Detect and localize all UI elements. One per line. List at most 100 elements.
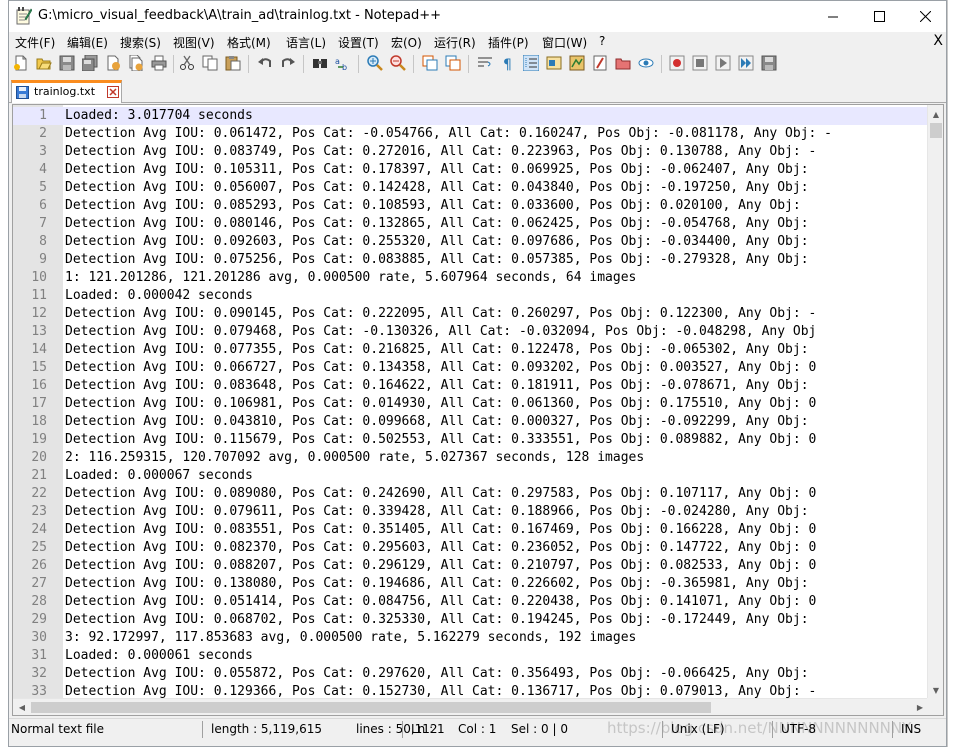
editor-line[interactable]: 13 Detection Avg IOU: 0.079468, Pos Cat: … [13, 323, 930, 341]
udl-dialog-icon[interactable] [546, 55, 562, 71]
status-eol[interactable]: Unix (LF) [671, 722, 725, 736]
editor-line[interactable]: 7 Detection Avg IOU: 0.080146, Pos Cat: 0… [13, 215, 930, 233]
menu-settings[interactable]: 设置(T) [338, 34, 379, 51]
text-editor[interactable]: 1 Loaded: 3.017704 seconds 2 Detection Avg … [12, 104, 944, 716]
editor-line[interactable]: 9 Detection Avg IOU: 0.075256, Pos Cat: 0… [13, 251, 930, 269]
editor-line[interactable]: 31 Loaded: 0.000061 seconds [13, 647, 930, 665]
editor-line[interactable]: 18 Detection Avg IOU: 0.043810, Pos Cat: … [13, 413, 930, 431]
status-insert-mode[interactable]: INS [901, 722, 921, 736]
replace-icon[interactable]: ab [335, 55, 351, 71]
editor-line[interactable]: 28 Detection Avg IOU: 0.051414, Pos Cat: … [13, 593, 930, 611]
editor-line[interactable]: 11 Loaded: 0.000042 seconds [13, 287, 930, 305]
redo-icon[interactable] [280, 55, 296, 71]
status-separator [662, 721, 663, 738]
sync-vertical-scroll-icon[interactable] [422, 55, 438, 71]
title-bar[interactable]: G:\micro_visual_feedback\A\train_ad\trai… [9, 1, 946, 32]
copy-icon[interactable] [202, 55, 218, 71]
scroll-right-arrow-icon[interactable]: ▶ [912, 699, 928, 715]
menu-window[interactable]: 窗口(W) [542, 34, 587, 51]
editor-line[interactable]: 14 Detection Avg IOU: 0.077355, Pos Cat: … [13, 341, 930, 359]
status-sel[interactable]: Sel : 0 | 0 [511, 722, 568, 736]
maximize-button[interactable] [856, 1, 902, 32]
menu-help[interactable]: ? [599, 34, 605, 48]
status-col[interactable]: Col : 1 [458, 722, 496, 736]
editor-line[interactable]: 12 Detection Avg IOU: 0.090145, Pos Cat: … [13, 305, 930, 323]
new-file-icon[interactable] [13, 55, 29, 71]
editor-line[interactable]: 8 Detection Avg IOU: 0.092603, Pos Cat: 0… [13, 233, 930, 251]
horizontal-scroll-thumb[interactable] [31, 702, 711, 713]
editor-line[interactable]: 4 Detection Avg IOU: 0.105311, Pos Cat: 0… [13, 161, 930, 179]
zoom-out-icon[interactable] [390, 55, 406, 71]
status-ln[interactable]: Ln : 1 [411, 722, 445, 736]
scroll-left-arrow-icon[interactable]: ◀ [14, 699, 30, 715]
line-text: Detection Avg IOU: 0.085293, Pos Cat: 0.… [65, 198, 801, 213]
function-list-icon[interactable] [592, 55, 608, 71]
vertical-scrollbar[interactable]: ▲ ▼ [927, 105, 943, 699]
save-all-icon[interactable] [82, 55, 98, 71]
editor-line[interactable]: 16 Detection Avg IOU: 0.083648, Pos Cat: … [13, 377, 930, 395]
editor-line[interactable]: 25 Detection Avg IOU: 0.082370, Pos Cat: … [13, 539, 930, 557]
show-all-characters-icon[interactable]: ¶ [500, 55, 516, 71]
editor-line[interactable]: 1 Loaded: 3.017704 seconds [13, 107, 930, 125]
editor-line[interactable]: 29 Detection Avg IOU: 0.068702, Pos Cat: … [13, 611, 930, 629]
menu-view[interactable]: 视图(V) [173, 34, 215, 51]
playback-macro-icon[interactable] [715, 55, 731, 71]
sync-horizontal-scroll-icon[interactable] [445, 55, 461, 71]
menu-macro[interactable]: 宏(O) [391, 34, 422, 51]
open-file-icon[interactable] [36, 55, 52, 71]
menu-plugins[interactable]: 插件(P) [488, 34, 529, 51]
cut-icon[interactable] [179, 55, 195, 71]
line-number: 3 [39, 144, 47, 159]
editor-line[interactable]: 26 Detection Avg IOU: 0.088207, Pos Cat: … [13, 557, 930, 575]
undo-icon[interactable] [257, 55, 273, 71]
find-icon[interactable] [312, 55, 328, 71]
menu-file[interactable]: 文件(F) [15, 34, 55, 51]
tab-close-icon[interactable] [107, 86, 119, 98]
menu-language[interactable]: 语言(L) [286, 34, 326, 51]
status-encoding[interactable]: UTF-8 [781, 722, 816, 736]
editor-line[interactable]: 2 Detection Avg IOU: 0.061472, Pos Cat: -… [13, 125, 930, 143]
editor-line[interactable]: 10 1: 121.201286, 121.201286 avg, 0.00050… [13, 269, 930, 287]
record-macro-icon[interactable] [669, 55, 685, 71]
word-wrap-icon[interactable] [477, 55, 493, 71]
editor-line[interactable]: 22 Detection Avg IOU: 0.089080, Pos Cat: … [13, 485, 930, 503]
folder-as-workspace-icon[interactable] [615, 55, 631, 71]
vertical-scroll-thumb[interactable] [930, 123, 942, 138]
save-icon[interactable] [59, 55, 75, 71]
horizontal-scrollbar[interactable]: ◀ ▶ [13, 698, 929, 715]
tab-trainlog[interactable]: trainlog.txt [11, 80, 122, 103]
menu-format[interactable]: 格式(M) [227, 34, 271, 51]
editor-line[interactable]: 3 Detection Avg IOU: 0.083749, Pos Cat: 0… [13, 143, 930, 161]
editor-line[interactable]: 32 Detection Avg IOU: 0.055872, Pos Cat: … [13, 665, 930, 683]
editor-line[interactable]: 24 Detection Avg IOU: 0.083551, Pos Cat: … [13, 521, 930, 539]
save-macro-icon[interactable] [761, 55, 777, 71]
print-icon[interactable] [151, 55, 167, 71]
run-macro-multiple-icon[interactable] [738, 55, 754, 71]
close-document-button[interactable]: X [933, 33, 943, 49]
editor-line[interactable]: 27 Detection Avg IOU: 0.138080, Pos Cat: … [13, 575, 930, 593]
editor-line[interactable]: 17 Detection Avg IOU: 0.106981, Pos Cat: … [13, 395, 930, 413]
stop-recording-icon[interactable] [692, 55, 708, 71]
editor-line[interactable]: 5 Detection Avg IOU: 0.056007, Pos Cat: 0… [13, 179, 930, 197]
editor-line[interactable]: 30 3: 92.172997, 117.853683 avg, 0.000500… [13, 629, 930, 647]
editor-line[interactable]: 20 2: 116.259315, 120.707092 avg, 0.00050… [13, 449, 930, 467]
scroll-up-arrow-icon[interactable]: ▲ [928, 106, 943, 122]
menu-edit[interactable]: 编辑(E) [67, 34, 108, 51]
editor-line[interactable]: 6 Detection Avg IOU: 0.085293, Pos Cat: 0… [13, 197, 930, 215]
editor-line[interactable]: 21 Loaded: 0.000067 seconds [13, 467, 930, 485]
editor-line[interactable]: 15 Detection Avg IOU: 0.066727, Pos Cat: … [13, 359, 930, 377]
editor-line[interactable]: 23 Detection Avg IOU: 0.079611, Pos Cat: … [13, 503, 930, 521]
close-window-button[interactable] [902, 1, 946, 32]
editor-line[interactable]: 19 Detection Avg IOU: 0.115679, Pos Cat: … [13, 431, 930, 449]
menu-run[interactable]: 运行(R) [434, 34, 476, 51]
close-all-icon[interactable] [128, 55, 144, 71]
monitoring-icon[interactable] [638, 55, 654, 71]
scroll-down-arrow-icon[interactable]: ▼ [928, 682, 943, 698]
indent-guide-icon[interactable] [523, 55, 539, 71]
minimize-button[interactable] [810, 1, 856, 32]
paste-icon[interactable] [225, 55, 241, 71]
zoom-in-icon[interactable] [367, 55, 383, 71]
document-map-icon[interactable] [569, 55, 585, 71]
menu-search[interactable]: 搜索(S) [120, 34, 161, 51]
close-file-icon[interactable] [105, 55, 121, 71]
